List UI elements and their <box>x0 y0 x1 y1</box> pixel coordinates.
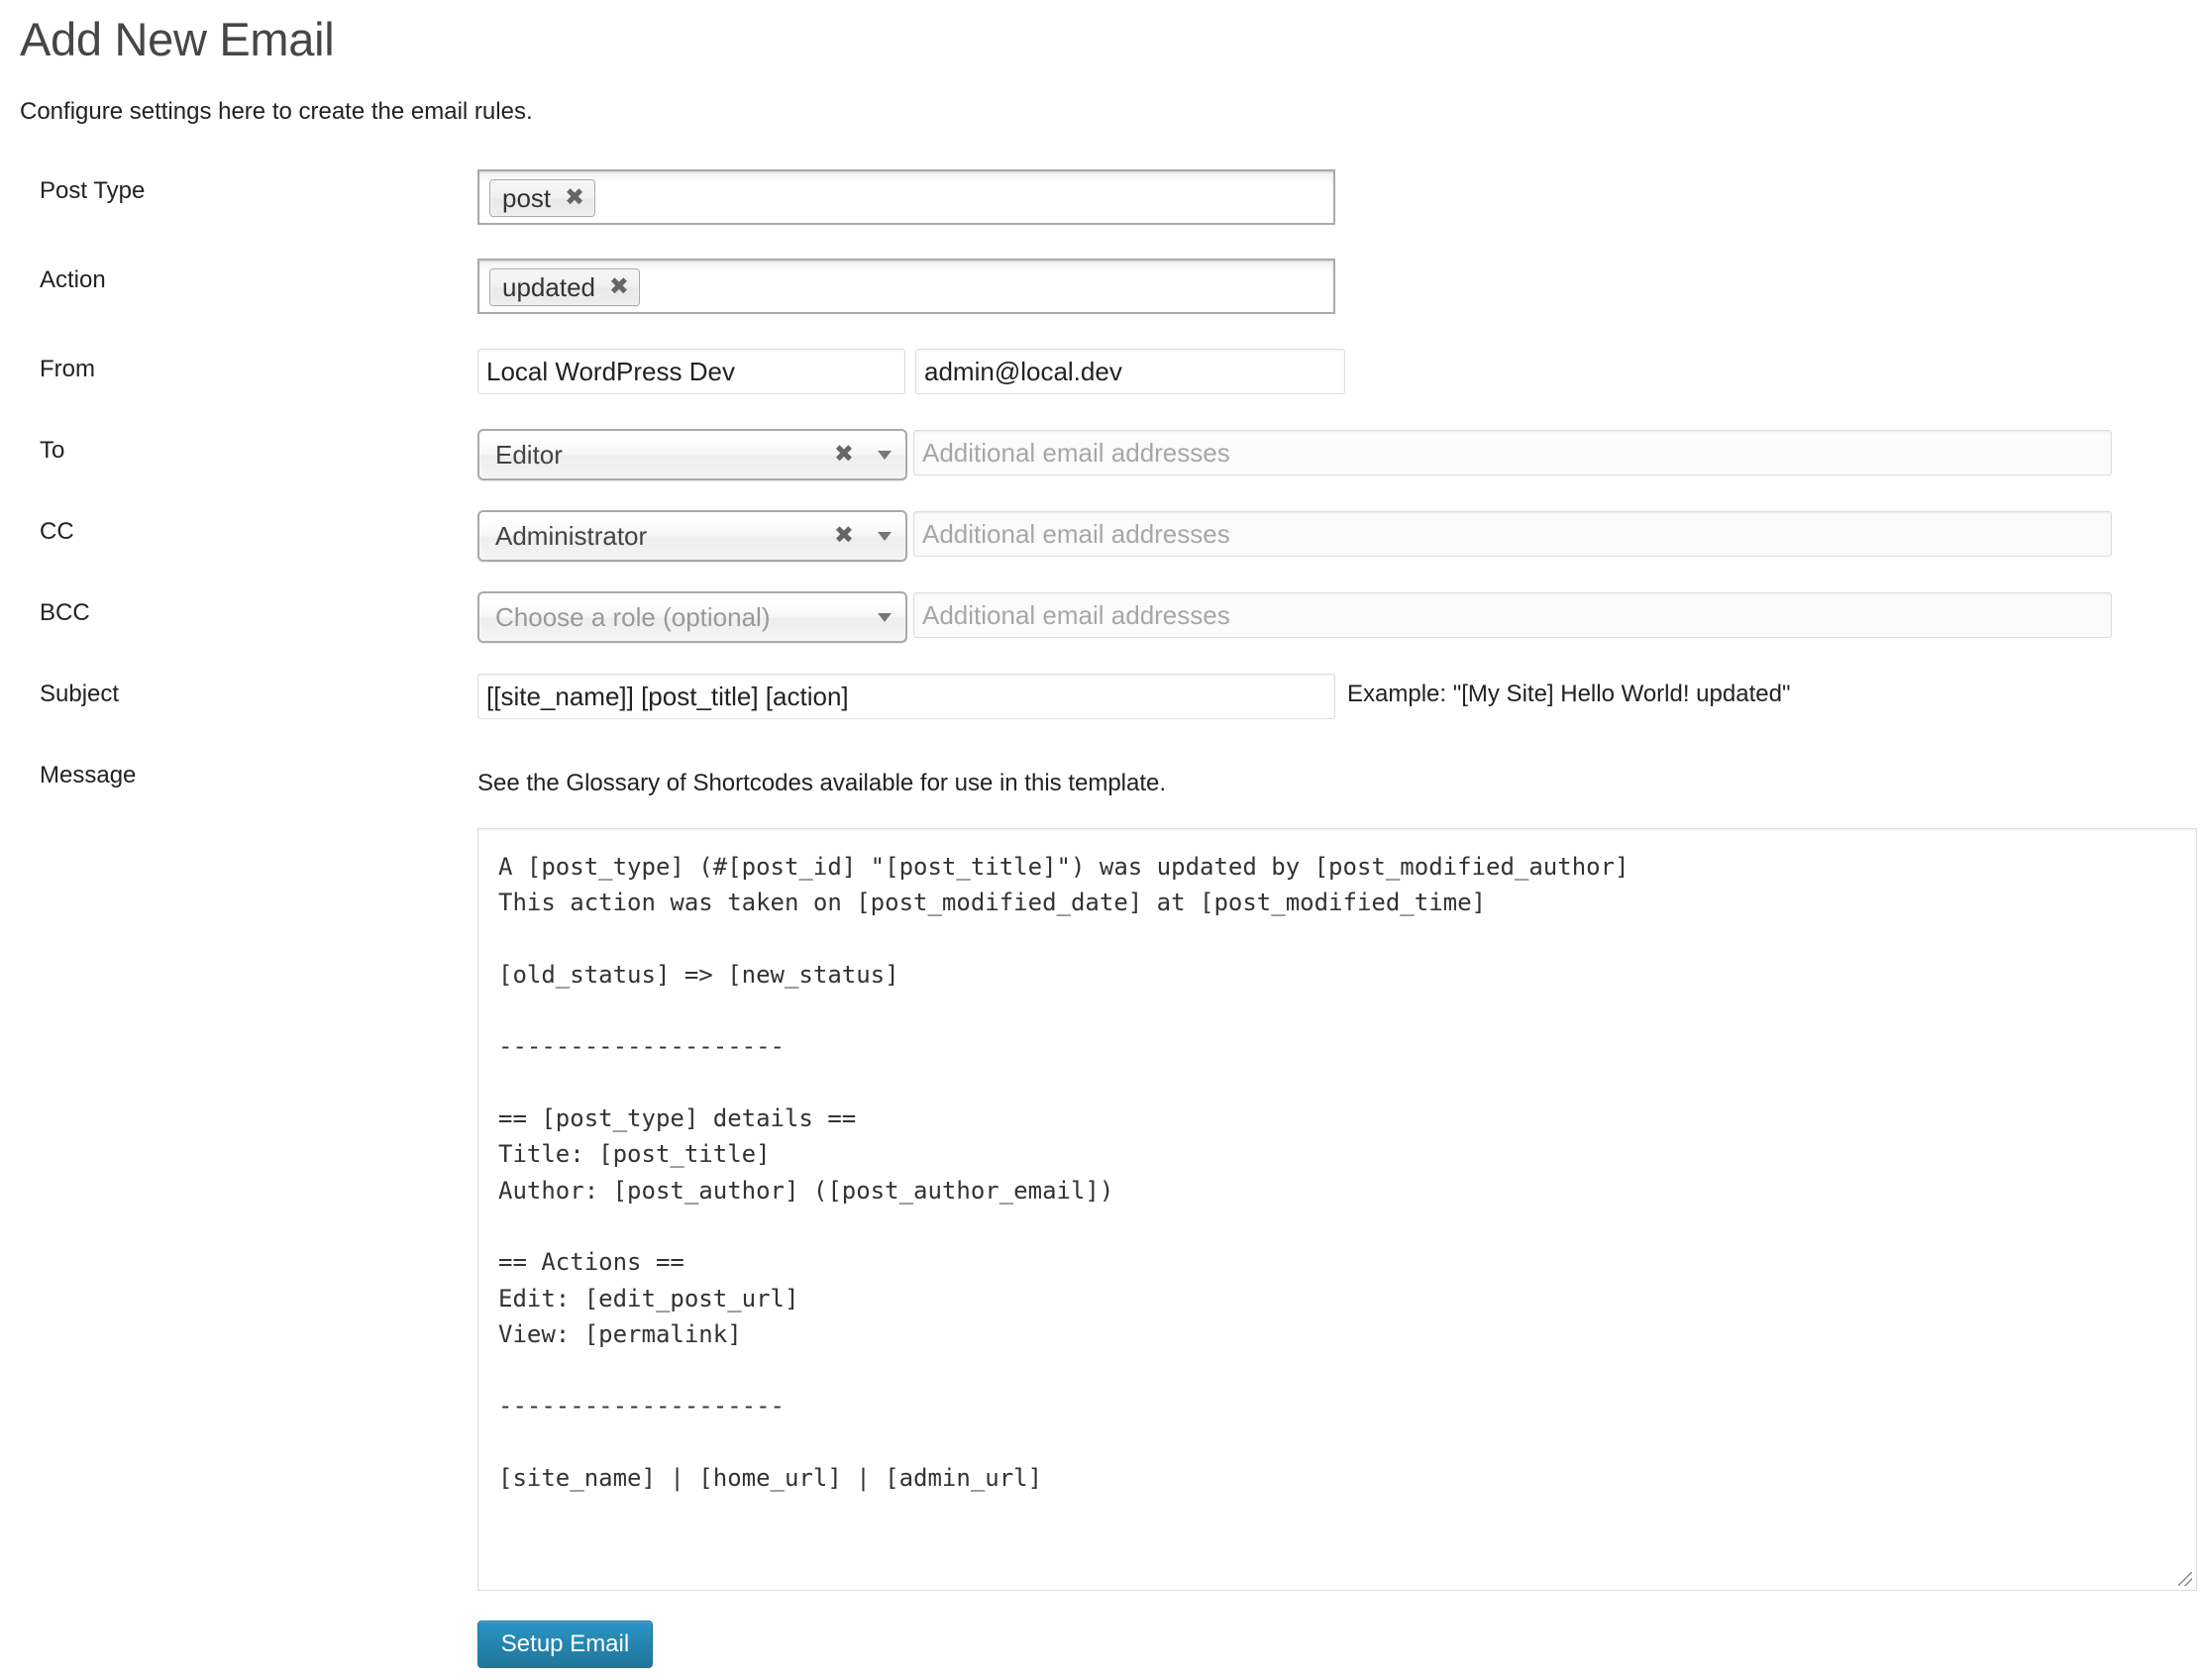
post-type-label: Post Type <box>40 177 146 204</box>
page-intro: Configure settings here to create the em… <box>20 98 533 125</box>
tag-chip-label: updated <box>502 272 595 302</box>
message-line: -------------------- <box>498 1032 785 1061</box>
bcc-label: BCC <box>40 599 90 626</box>
close-icon[interactable]: ✖ <box>834 512 854 560</box>
action-field[interactable]: updated ✖ <box>477 259 1335 314</box>
message-line: -------------------- <box>498 1392 785 1420</box>
message-line: Title: [post_title] <box>498 1140 771 1169</box>
message-line: == Actions == <box>498 1248 684 1277</box>
message-line: View: [permalink] <box>498 1319 742 1348</box>
chevron-down-icon <box>878 613 892 622</box>
message-line <box>498 1424 2176 1460</box>
cc-role-value: Administrator <box>495 521 648 551</box>
to-label: To <box>40 437 65 464</box>
subject-label: Subject <box>40 681 120 707</box>
subject-input[interactable]: [[site_name]] [post_title] [action] <box>477 674 1335 719</box>
message-line: Author: [post_author] ([post_author_emai… <box>498 1176 1114 1205</box>
message-line: A [post_type] (#[post_id] "[post_title]"… <box>498 853 1630 881</box>
message-line: Edit: [edit_post_url] <box>498 1284 799 1312</box>
close-icon[interactable]: ✖ <box>609 269 629 305</box>
close-icon[interactable]: ✖ <box>834 431 854 478</box>
chevron-down-icon <box>878 532 892 541</box>
post-type-field[interactable]: post ✖ <box>477 169 1335 225</box>
action-label: Action <box>40 266 106 293</box>
page-title: Add New Email <box>20 13 335 65</box>
close-icon[interactable]: ✖ <box>565 180 584 216</box>
to-role-select[interactable]: Editor ✖ <box>477 429 907 480</box>
tag-chip-updated[interactable]: updated ✖ <box>489 268 640 306</box>
bcc-emails-input[interactable]: Additional email addresses <box>913 592 2112 638</box>
message-line <box>498 1065 2176 1101</box>
cc-role-select[interactable]: Administrator ✖ <box>477 510 907 562</box>
cc-label: CC <box>40 518 74 545</box>
message-line <box>498 993 2176 1028</box>
bcc-role-placeholder: Choose a role (optional) <box>495 602 771 632</box>
from-label: From <box>40 356 95 382</box>
message-line: This action was taken on [post_modified_… <box>498 889 1486 917</box>
tag-chip-post[interactable]: post ✖ <box>489 179 596 217</box>
message-line: == [post_type] details == <box>498 1104 857 1133</box>
message-line <box>498 1208 2176 1244</box>
message-label: Message <box>40 762 137 788</box>
to-emails-input[interactable]: Additional email addresses <box>913 430 2112 475</box>
to-role-value: Editor <box>495 440 563 470</box>
tag-chip-label: post <box>502 183 552 213</box>
glossary-note: See the Glossary of Shortcodes available… <box>477 770 1167 796</box>
subject-example: Example: "[My Site] Hello World! updated… <box>1347 681 1791 707</box>
message-textarea[interactable]: A [post_type] (#[post_id] "[post_title]"… <box>477 828 2197 1591</box>
cc-emails-input[interactable]: Additional email addresses <box>913 511 2112 557</box>
message-line: [site_name] | [home_url] | [admin_url] <box>498 1464 1043 1493</box>
setup-email-button[interactable]: Setup Email <box>477 1621 653 1668</box>
chevron-down-icon <box>878 451 892 460</box>
from-name-input[interactable]: Local WordPress Dev <box>477 349 905 394</box>
resize-grip-icon[interactable] <box>2178 1572 2192 1586</box>
bcc-role-select[interactable]: Choose a role (optional) <box>477 591 907 643</box>
message-line <box>498 1352 2176 1388</box>
message-line: [old_status] => [new_status] <box>498 960 899 989</box>
from-email-input[interactable]: admin@local.dev <box>915 349 1345 394</box>
message-line <box>498 921 2176 957</box>
